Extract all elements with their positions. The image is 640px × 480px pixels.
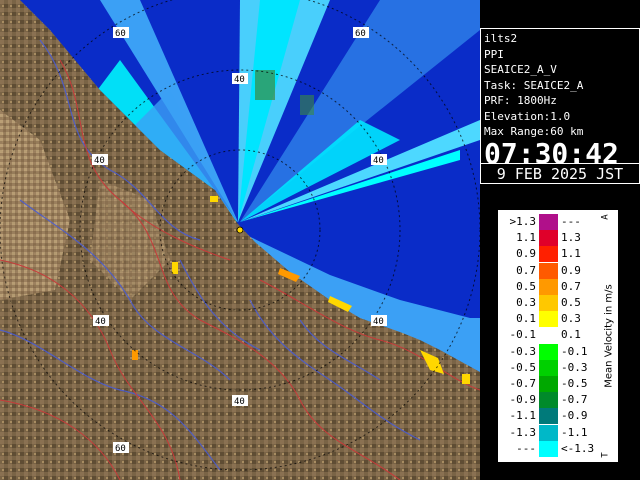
legend-color-swatch <box>539 262 558 279</box>
elevation-value: Elevation:1.0 <box>484 109 571 123</box>
legend-row-right-value: -0.9 <box>561 409 588 423</box>
legend-row-left-value: -1.3 <box>509 425 537 439</box>
legend-color-swatch <box>539 392 558 409</box>
legend-row-right-value: -1.1 <box>561 425 588 439</box>
legend-row: 0.1 0.3 <box>498 311 618 328</box>
legend-row-right-value: <-1.3 <box>561 441 595 455</box>
velocity-legend: >1.3 --- 1.1 1.3 0.9 1.1 0.7 0.9 0.5 0.7 0.3 0.5 0.1… <box>498 210 618 462</box>
ring-label-40-sw: 40 <box>95 317 106 327</box>
legend-row: 1.1 1.3 <box>498 230 618 247</box>
legend-color-swatch <box>539 246 558 263</box>
legend-row-right-value: 1.3 <box>561 231 581 245</box>
ring-label-60-ne: 60 <box>355 29 366 39</box>
ring-label-40-se: 40 <box>373 317 384 327</box>
legend-color-swatch <box>539 311 558 328</box>
legend-row-left-value: -1.1 <box>509 409 537 423</box>
legend-row-right-value: 0.5 <box>561 296 581 309</box>
task-name: SEAICE2_A_V <box>484 63 557 76</box>
legend-row: -0.7 -0.5 <box>498 376 618 392</box>
product-type: PPI <box>484 47 504 61</box>
prf-value: PRF: 1800Hz <box>484 94 557 107</box>
radar-site-marker[interactable] <box>236 226 244 234</box>
legend-top-marker: A <box>600 214 611 220</box>
legend-color-swatch <box>539 327 558 344</box>
legend-color-swatch <box>539 359 558 376</box>
legend-row-left-value: -0.3 <box>509 344 537 358</box>
scan-info-panel: ilts2 PPI SEAICE2_A_V Task: SEAICE2_A PR… <box>480 28 640 184</box>
station-name: ilts2 <box>484 32 518 45</box>
legend-row: -0.1 0.1 <box>498 327 618 344</box>
legend-row-right-value: 0.9 <box>561 263 581 277</box>
legend-row: -1.1 -0.9 <box>498 408 618 425</box>
task-label: Task: SEAICE2_A <box>484 78 584 92</box>
legend-row-right-value: -0.5 <box>561 377 588 390</box>
legend-row-left-value: 0.3 <box>516 296 536 309</box>
ring-label-60-nw: 60 <box>115 29 126 39</box>
legend-row-left-value: -0.7 <box>509 377 537 390</box>
legend-row-left-value: 0.9 <box>516 247 536 261</box>
legend-row-left-value: 0.5 <box>516 279 536 293</box>
legend-row-left-value: -0.1 <box>509 328 537 342</box>
legend-row-right-value: -0.7 <box>561 393 588 407</box>
ring-label-40-s: 40 <box>234 397 245 407</box>
legend-color-swatch <box>539 214 558 230</box>
radar-display: 40 40 40 40 40 40 60 60 60 ilts2 PPI SEA… <box>0 0 640 480</box>
legend-color-swatch <box>539 424 558 441</box>
legend-row-right-value: -0.1 <box>561 344 588 358</box>
legend-color-swatch <box>539 230 558 247</box>
legend-row-right-value: --- <box>561 215 581 228</box>
legend-row: -0.3 -0.1 <box>498 343 618 360</box>
legend-row-left-value: 1.1 <box>516 231 536 245</box>
legend-color-swatch <box>539 376 558 392</box>
ring-label-40-nw: 40 <box>94 156 105 166</box>
legend-color-swatch <box>539 295 558 311</box>
legend-row-left-value: 0.7 <box>516 263 536 277</box>
legend-color-swatch <box>539 343 558 360</box>
legend-row-left-value: -0.9 <box>509 393 537 407</box>
legend-color-swatch <box>539 440 558 457</box>
legend-row-left-value: >1.3 <box>509 215 537 228</box>
legend-color-swatch <box>539 278 558 295</box>
legend-row-right-value: 1.1 <box>561 247 581 261</box>
legend-row: 0.3 0.5 <box>498 295 618 311</box>
legend-row: 0.7 0.9 <box>498 262 618 279</box>
legend-row: 0.9 1.1 <box>498 246 618 263</box>
legend-row-left-value: --- <box>516 441 536 455</box>
scan-date: 9 FEB 2025 JST <box>481 163 639 186</box>
legend-row-right-value: 0.7 <box>561 279 581 293</box>
legend-row: -0.9 -0.7 <box>498 392 618 409</box>
legend-title: Mean Velocity in m/s <box>603 284 615 388</box>
ring-label-60-sw: 60 <box>115 444 126 454</box>
ring-label-40-n: 40 <box>234 75 245 85</box>
legend-row-right-value: 0.1 <box>561 328 581 342</box>
legend-title-area: Mean Velocity in m/s A T <box>601 210 617 462</box>
legend-row: -0.5 -0.3 <box>498 359 618 376</box>
legend-row-right-value: 0.3 <box>561 312 581 326</box>
legend-row: 0.5 0.7 <box>498 278 618 295</box>
legend-color-swatch <box>539 408 558 425</box>
legend-row-left-value: 0.1 <box>516 312 536 326</box>
ppi-radar-map[interactable]: 40 40 40 40 40 40 60 60 60 <box>0 0 480 480</box>
legend-bottom-marker: T <box>600 452 611 458</box>
ring-label-40-ne: 40 <box>373 156 384 166</box>
legend-row: -1.3 -1.1 <box>498 424 618 441</box>
legend-row-right-value: -0.3 <box>561 360 588 374</box>
legend-row-left-value: -0.5 <box>509 360 537 374</box>
